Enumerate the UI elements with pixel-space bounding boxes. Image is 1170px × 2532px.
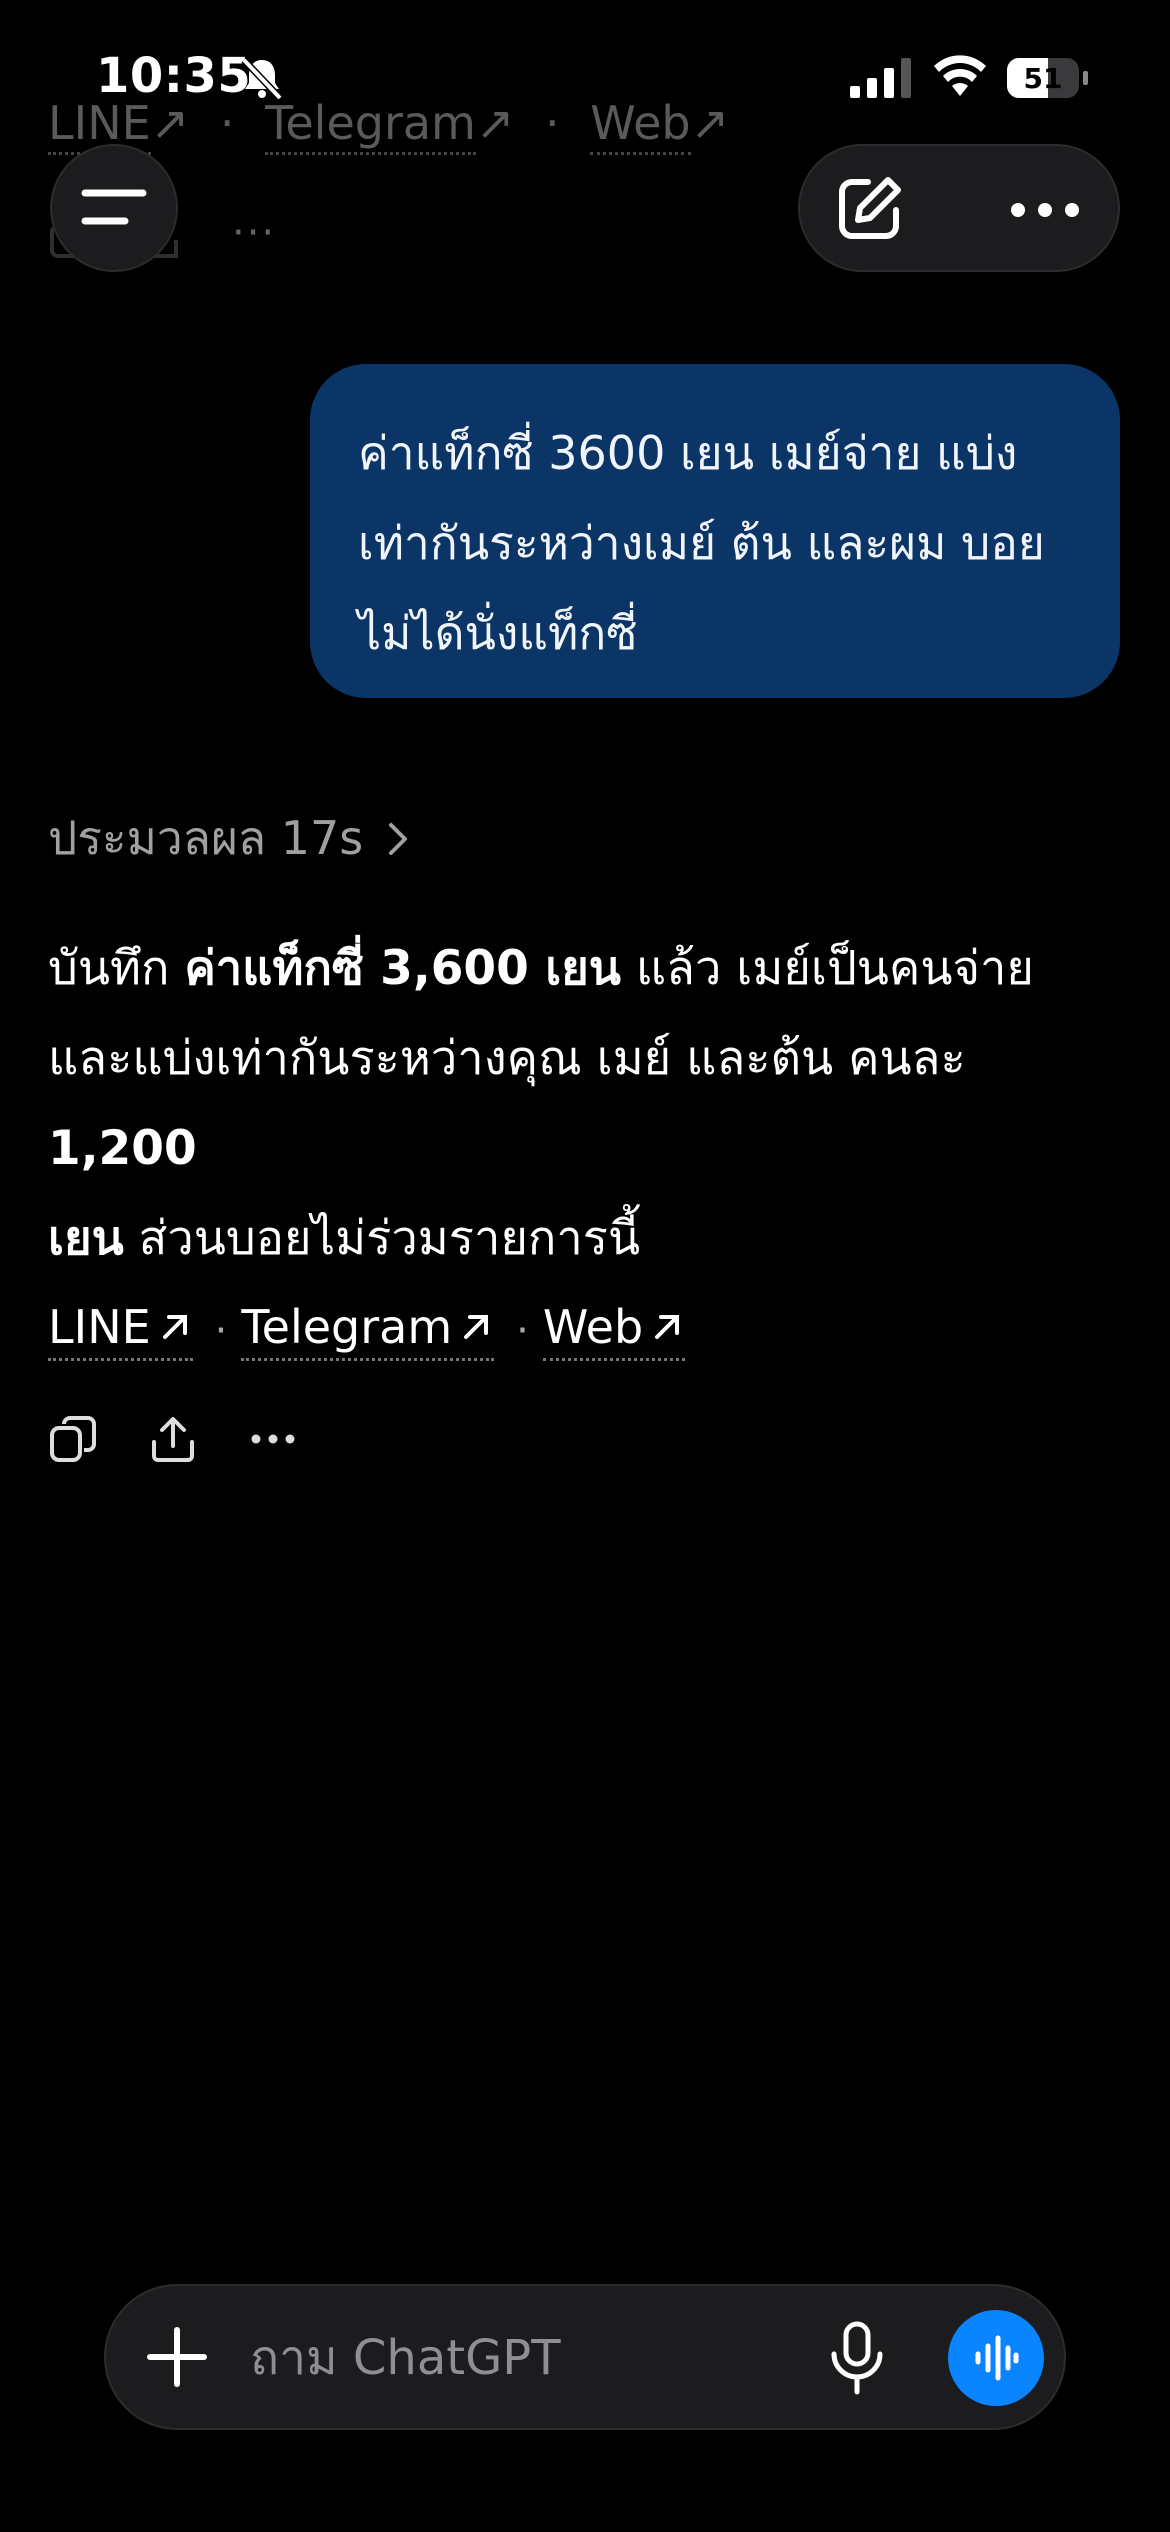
ghost-more-icon: ···	[232, 210, 277, 256]
reasoning-label: ประมวลผล 17s	[48, 811, 364, 865]
link-separator: ·	[214, 1307, 228, 1354]
user-message-line: ค่าแท็กซี่ 3600 เยน เมย์จ่าย แบ่ง	[358, 426, 1018, 480]
battery-level: 51	[1023, 61, 1063, 95]
plus-icon[interactable]	[142, 2322, 212, 2392]
arrow-up-right-icon	[655, 1315, 680, 1339]
source-links: LINE · Telegram · Web	[48, 1300, 686, 1361]
cellular-signal-icon	[850, 58, 911, 98]
user-message-line: เท่ากันระหว่างเมย์ ต้น และผม บอย	[358, 516, 1045, 570]
message-input[interactable]	[248, 2312, 872, 2404]
new-chat-compose-icon[interactable]	[834, 174, 904, 244]
microphone-icon[interactable]	[822, 2320, 892, 2396]
reasoning-toggle[interactable]: ประมวลผล 17s	[48, 802, 413, 875]
arrow-up-right-icon	[162, 1315, 187, 1339]
link-web[interactable]: Web	[542, 1300, 686, 1361]
link-separator: ·	[516, 1307, 529, 1354]
more-options-icon[interactable]	[248, 1414, 298, 1464]
scrolled-links-ghost: LINE↗ · Telegram↗ · Web↗	[48, 96, 729, 155]
sidebar-menu-button[interactable]	[50, 144, 178, 272]
answer-line-1: บันทึก ค่าแท็กซี่ 3,600 เยน แล้ว เมย์เป็…	[48, 941, 1034, 996]
link-line[interactable]: LINE	[48, 1300, 193, 1361]
arrow-up-right-icon	[464, 1315, 489, 1339]
chevron-right-icon	[389, 822, 408, 855]
battery-indicator: 51	[1006, 56, 1090, 100]
waveform-icon	[975, 2335, 1019, 2381]
wifi-icon	[934, 55, 986, 96]
link-telegram[interactable]: Telegram	[241, 1300, 495, 1361]
share-icon[interactable]	[148, 1414, 198, 1464]
answer-line-3: เยน ส่วนบอยไม่ร่วมรายการนี้	[48, 1211, 641, 1266]
assistant-message: บันทึก ค่าแท็กซี่ 3,600 เยน แล้ว เมย์เป็…	[48, 924, 1128, 1284]
header-actions	[798, 144, 1120, 272]
menu-icon	[81, 189, 147, 225]
user-message-line: ไม่ได้นั่งแท็กซี่	[358, 606, 638, 660]
copy-icon[interactable]	[48, 1414, 98, 1464]
more-options-icon[interactable]	[1008, 186, 1082, 234]
ghost-link-web: Web	[590, 96, 691, 155]
voice-mode-button[interactable]	[948, 2310, 1044, 2406]
bell-slash-icon	[241, 57, 283, 101]
message-composer	[104, 2284, 1066, 2430]
answer-line-2: และแบ่งเท่ากันระหว่างคุณ เมย์ และต้น คนล…	[48, 1031, 966, 1176]
user-message-bubble: ค่าแท็กซี่ 3600 เยน เมย์จ่าย แบ่ง เท่ากั…	[310, 364, 1120, 698]
message-actions	[48, 1414, 298, 1464]
ghost-link-telegram: Telegram	[265, 96, 476, 155]
